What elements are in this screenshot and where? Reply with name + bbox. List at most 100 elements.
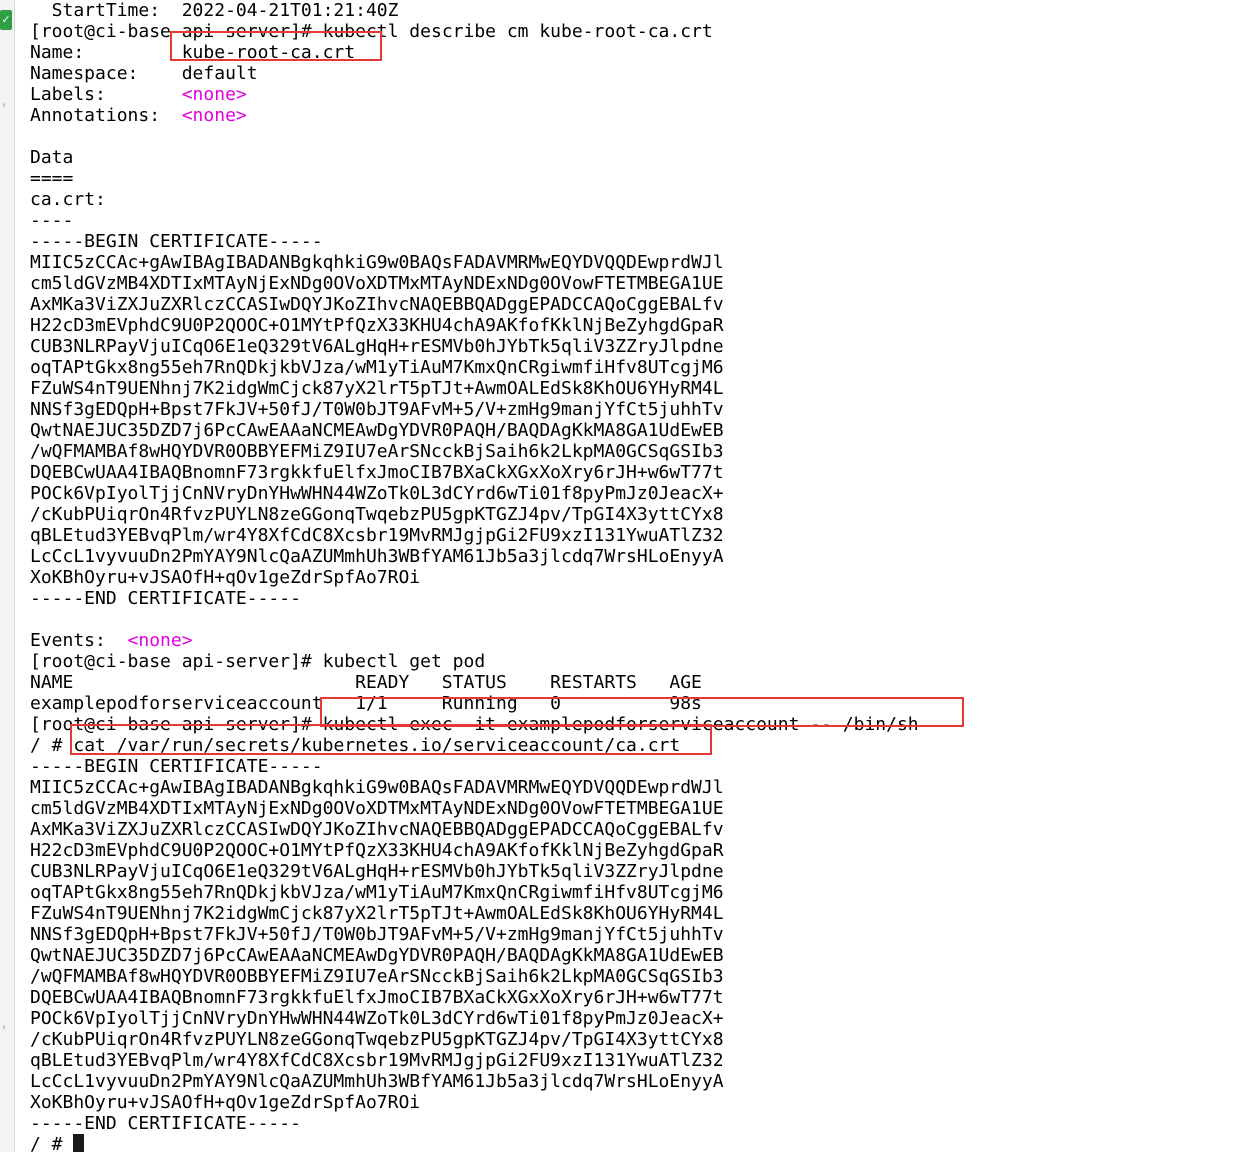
shell-prompt: [root@ci-base api-server]# (30, 20, 323, 42)
certificate-line: qBLEtud3YEBvqPlm/wr4Y8XfCdC8Xcsbr19MvRMJ… (30, 525, 1230, 546)
certificate-begin-text: -----BEGIN CERTIFICATE----- (30, 230, 323, 252)
text-cursor[interactable] (73, 1133, 85, 1152)
certificate-begin: -----BEGIN CERTIFICATE----- (30, 231, 1230, 252)
field-key: Namespace: (30, 62, 182, 84)
certificate-line: LcCcL1vyvuuDn2PmYAY9NlcQaAZUMmhUh3WBfYAM… (30, 546, 1230, 567)
input-line: / # (30, 1133, 1230, 1152)
start-time-line: StartTime: 2022-04-21T01:21:40Z (30, 0, 1230, 21)
certificate-line: FZuWS4nT9UENhnj7K2idgWmCjck87yX2lrT5pTJt… (30, 378, 1230, 399)
certificate-line: AxMKa3ViZXJuZXRlczCCASIwDQYJKoZIhvcNAQEB… (30, 294, 1230, 315)
certificate-line-text: /wQFMAMBAf8wHQYDVR0OBBYEFMiZ9IU7eArSNcck… (30, 440, 724, 462)
field-key: Labels: (30, 83, 182, 105)
data-heading: Data (30, 147, 1230, 168)
terminal-gutter: ✓ › › (0, 0, 15, 1152)
container-certificate-line-text: DQEBCwUAA4IBAQBnomnF73rgkkfuElfxJmoCIB7B… (30, 986, 724, 1008)
container-certificate-line: FZuWS4nT9UENhnj7K2idgWmCjck87yX2lrT5pTJt… (30, 903, 1230, 924)
ca-separator-text: ---- (30, 209, 74, 231)
data-underline-text: ==== (30, 167, 74, 189)
certificate-end-text: -----END CERTIFICATE----- (30, 587, 301, 609)
certificate-line-text: oqTAPtGkx8ng55eh7RnQDkjkbVJza/wM1yTiAuM7… (30, 356, 724, 378)
field-value: <none> (181, 104, 247, 126)
certificate-line: NNSf3gEDQpH+Bpst7FkJV+50fJ/T0W0bJT9AFvM+… (30, 399, 1230, 420)
container-certificate-line-text: QwtNAEJUC35DZD7j6PcCAwEAAaNCMEAwDgYDVR0P… (30, 944, 724, 966)
container-certificate-line: POCk6VpIyolTjjCnNVryDnYHwWHN44WZoTk0L3dC… (30, 1008, 1230, 1029)
certificate-line: POCk6VpIyolTjjCnNVryDnYHwWHN44WZoTk0L3dC… (30, 483, 1230, 504)
container-certificate-line: DQEBCwUAA4IBAQBnomnF73rgkkfuElfxJmoCIB7B… (30, 987, 1230, 1008)
container-certificate-line-text: POCk6VpIyolTjjCnNVryDnYHwWHN44WZoTk0L3dC… (30, 1007, 724, 1029)
describe-command: kubectl describe cm kube-root-ca.crt (322, 20, 713, 42)
field-value: <none> (181, 83, 247, 105)
certificate-line: DQEBCwUAA4IBAQBnomnF73rgkkfuElfxJmoCIB7B… (30, 462, 1230, 483)
certificate-line-text: H22cD3mEVphdC9U0P2QOOC+O1MYtPfQzX33KHU4c… (30, 314, 724, 336)
certificate-line-text: CUB3NLRPayVjuICqO6E1eQ329tV6ALgHqH+rESMV… (30, 335, 724, 357)
container-certificate-line: AxMKa3ViZXJuZXRlczCCASIwDQYJKoZIhvcNAQEB… (30, 819, 1230, 840)
certificate-line: XoKBhOyru+vJSAOfH+qOv1geZdrSpfAo7ROi (30, 567, 1230, 588)
ca-key: ca.crt: (30, 189, 1230, 210)
describe-field: Namespace: default (30, 63, 1230, 84)
pod-table-row: examplepodforserviceaccount 1/1 Running … (30, 693, 1230, 714)
container-certificate-line: QwtNAEJUC35DZD7j6PcCAwEAAaNCMEAwDgYDVR0P… (30, 945, 1230, 966)
pod-table-header: NAME READY STATUS RESTARTS AGE (30, 672, 1230, 693)
data-underline: ==== (30, 168, 1230, 189)
terminal-window[interactable]: ✓ › › StartTime: 2022-04-21T01:21:40Z [ro… (0, 0, 1256, 1152)
container-certificate-line-text: LcCcL1vyvuuDn2PmYAY9NlcQaAZUMmhUh3WBfYAM… (30, 1070, 724, 1092)
events-value: <none> (127, 629, 193, 651)
certificate-line: MIIC5zCCAc+gAwIBAgIBADANBgkqhkiG9w0BAQsF… (30, 252, 1230, 273)
container-certificate-line-text: MIIC5zCCAc+gAwIBAgIBADANBgkqhkiG9w0BAQsF… (30, 776, 724, 798)
certificate-line-text: DQEBCwUAA4IBAQBnomnF73rgkkfuElfxJmoCIB7B… (30, 461, 724, 483)
events-key: Events: (30, 629, 128, 651)
container-certificate-line: CUB3NLRPayVjuICqO6E1eQ329tV6ALgHqH+rESMV… (30, 861, 1230, 882)
certificate-line: CUB3NLRPayVjuICqO6E1eQ329tV6ALgHqH+rESMV… (30, 336, 1230, 357)
certificate-line: QwtNAEJUC35DZD7j6PcCAwEAAaNCMEAwDgYDVR0P… (30, 420, 1230, 441)
container-certificate-line-text: XoKBhOyru+vJSAOfH+qOv1geZdrSpfAo7ROi (30, 1091, 421, 1113)
terminal-output[interactable]: StartTime: 2022-04-21T01:21:40Z [root@ci-… (30, 0, 1230, 1152)
certificate-line: H22cD3mEVphdC9U0P2QOOC+O1MYtPfQzX33KHU4c… (30, 315, 1230, 336)
certificate-line-text: NNSf3gEDQpH+Bpst7FkJV+50fJ/T0W0bJT9AFvM+… (30, 398, 724, 420)
certificate-line-text: /cKubPUiqrOn4RfvzPUYLN8zeGGonqTwqebzPU5g… (30, 503, 724, 525)
container-certificate-line-text: /wQFMAMBAf8wHQYDVR0OBBYEFMiZ9IU7eArSNcck… (30, 965, 724, 987)
container-certificate-line: qBLEtud3YEBvqPlm/wr4Y8XfCdC8Xcsbr19MvRMJ… (30, 1050, 1230, 1071)
certificate-line: oqTAPtGkx8ng55eh7RnQDkjkbVJza/wM1yTiAuM7… (30, 357, 1230, 378)
certificate-line: /cKubPUiqrOn4RfvzPUYLN8zeGGonqTwqebzPU5g… (30, 504, 1230, 525)
cat-command: cat /var/run/secrets/kubernetes.io/servi… (73, 734, 681, 756)
command-line: [root@ci-base api-server]# kubectl get p… (30, 651, 1230, 672)
certificate-line-text: QwtNAEJUC35DZD7j6PcCAwEAAaNCMEAwDgYDVR0P… (30, 419, 724, 441)
container-certificate-line-text: qBLEtud3YEBvqPlm/wr4Y8XfCdC8Xcsbr19MvRMJ… (30, 1049, 724, 1071)
container-certificate-line: oqTAPtGkx8ng55eh7RnQDkjkbVJza/wM1yTiAuM7… (30, 882, 1230, 903)
container-certificate-line-text: cm5ldGVzMB4XDTIxMTAyNjExNDg0OVoXDTMxMTAy… (30, 797, 724, 819)
describe-field: Annotations: <none> (30, 105, 1230, 126)
certificate-line-text: LcCcL1vyvuuDn2PmYAY9NlcQaAZUMmhUh3WBfYAM… (30, 545, 724, 567)
container-certificate-line: /wQFMAMBAf8wHQYDVR0OBBYEFMiZ9IU7eArSNcck… (30, 966, 1230, 987)
events-line: Events: <none> (30, 630, 1230, 651)
container-certificate-line-text: H22cD3mEVphdC9U0P2QOOC+O1MYtPfQzX33KHU4c… (30, 839, 724, 861)
container-certificate-line: cm5ldGVzMB4XDTIxMTAyNjExNDg0OVoXDTMxMTAy… (30, 798, 1230, 819)
certificate-line-text: cm5ldGVzMB4XDTIxMTAyNjExNDg0OVoXDTMxMTAy… (30, 272, 724, 294)
check-circle-icon: ✓ (0, 10, 12, 30)
fold-marker-icon: › (2, 1022, 6, 1033)
command-line: [root@ci-base api-server]# kubectl exec … (30, 714, 1230, 735)
certificate-end: -----END CERTIFICATE----- (30, 588, 1230, 609)
ca-key-text: ca.crt: (30, 188, 106, 210)
container-certificate-begin: -----BEGIN CERTIFICATE----- (30, 756, 1230, 777)
field-key: Annotations: (30, 104, 182, 126)
certificate-line-text: XoKBhOyru+vJSAOfH+qOv1geZdrSpfAo7ROi (30, 566, 421, 588)
field-value: kube-root-ca.crt (181, 41, 356, 63)
describe-field: Labels: <none> (30, 84, 1230, 105)
container-certificate-line: XoKBhOyru+vJSAOfH+qOv1geZdrSpfAo7ROi (30, 1092, 1230, 1113)
certificate-line-text: POCk6VpIyolTjjCnNVryDnYHwWHN44WZoTk0L3dC… (30, 482, 724, 504)
fold-marker-icon: › (2, 100, 6, 111)
field-value: default (181, 62, 258, 84)
container-certificate-line: NNSf3gEDQpH+Bpst7FkJV+50fJ/T0W0bJT9AFvM+… (30, 924, 1230, 945)
shell-prompt: [root@ci-base api-server]# (30, 713, 323, 735)
container-certificate-line-text: NNSf3gEDQpH+Bpst7FkJV+50fJ/T0W0bJT9AFvM+… (30, 923, 724, 945)
certificate-line: /wQFMAMBAf8wHQYDVR0OBBYEFMiZ9IU7eArSNcck… (30, 441, 1230, 462)
certificate-line-text: qBLEtud3YEBvqPlm/wr4Y8XfCdC8Xcsbr19MvRMJ… (30, 524, 724, 546)
pod-table-row-text: examplepodforserviceaccount 1/1 Running … (30, 692, 702, 714)
container-certificate-line-text: oqTAPtGkx8ng55eh7RnQDkjkbVJza/wM1yTiAuM7… (30, 881, 724, 903)
pod-table-header-text: NAME READY STATUS RESTARTS AGE (30, 671, 702, 693)
container-certificate-line-text: AxMKa3ViZXJuZXRlczCCASIwDQYJKoZIhvcNAQEB… (30, 818, 724, 840)
command-line: / # cat /var/run/secrets/kubernetes.io/s… (30, 735, 1230, 756)
shell-prompt: [root@ci-base api-server]# (30, 650, 323, 672)
